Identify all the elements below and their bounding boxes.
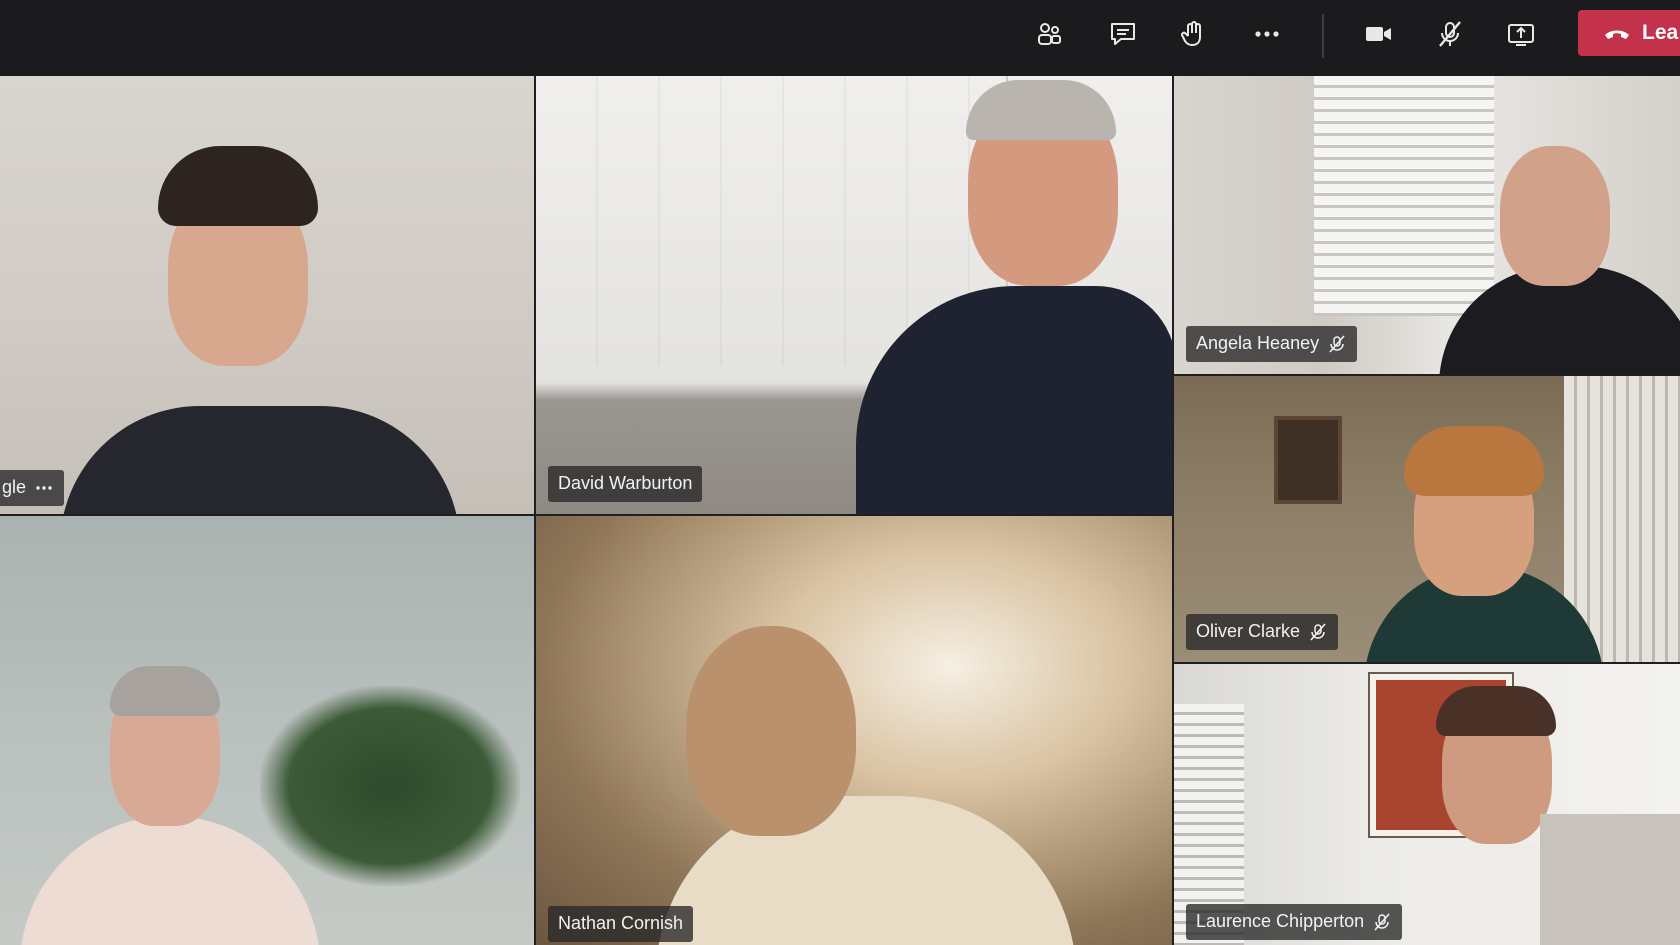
participant-name-tag: Laurence Chipperton [1186,904,1403,940]
video-tile-top-left[interactable]: gle [0,76,534,514]
leave-button[interactable]: Lea [1578,10,1680,56]
camera-button[interactable] [1356,16,1400,52]
participant-name-tag: David Warburton [548,466,703,502]
video-tile-top-right[interactable]: Angela Heaney [1174,76,1680,374]
chat-icon [1111,23,1135,45]
participant-name: Laurence Chipperton [1196,911,1365,931]
video-tile-bottom-center[interactable]: Nathan Cornish [536,516,1172,945]
people-icon [1038,23,1061,45]
mute-button[interactable] [1428,16,1472,52]
video-tile-mid-right[interactable]: Oliver Clarke [1174,376,1680,662]
toolbar-divider [1322,14,1324,58]
participant-video [60,406,460,514]
wall-frame [1274,416,1342,504]
mic-off-icon [1439,21,1461,47]
chat-button[interactable] [1101,16,1145,52]
hang-up-icon [1605,30,1629,39]
camera-icon [1366,27,1391,41]
participant-name-tag: Oliver Clarke [1186,614,1339,650]
leave-label: Lea [1642,21,1679,44]
participant-name-tag: Nathan Cornish [548,906,694,942]
meeting-toolbar: Lea [0,0,1680,76]
mic-off-icon [1310,622,1326,641]
participant-name: Nathan Cornish [558,913,684,933]
participant-video [1500,146,1610,286]
video-tile-bottom-right[interactable]: Laurence Chipperton [1174,664,1680,945]
participants-button[interactable] [1027,16,1071,52]
participant-name: Oliver Clarke [1196,621,1301,641]
participant-name: gle [2,477,27,497]
participant-name: Angela Heaney [1196,333,1320,353]
window-blinds [1314,76,1494,316]
share-screen-icon [1508,24,1534,46]
house-plant [260,686,520,886]
more-options-icon[interactable] [34,478,54,498]
participant-name-tag: Angela Heaney [1186,326,1358,362]
more-actions-button[interactable] [1245,16,1289,52]
raise-hand-icon [1181,21,1201,46]
participant-name: David Warburton [558,473,693,493]
video-tile-top-center[interactable]: David Warburton [536,76,1172,514]
participant-name-tag: gle [0,470,65,506]
video-tile-bottom-left[interactable] [0,516,534,945]
raise-hand-button[interactable] [1171,16,1215,52]
participant-video [686,626,856,836]
share-screen-button[interactable] [1499,16,1543,52]
more-options-icon [1255,31,1279,37]
mic-off-icon [1329,334,1345,353]
mic-off-icon [1374,912,1390,931]
